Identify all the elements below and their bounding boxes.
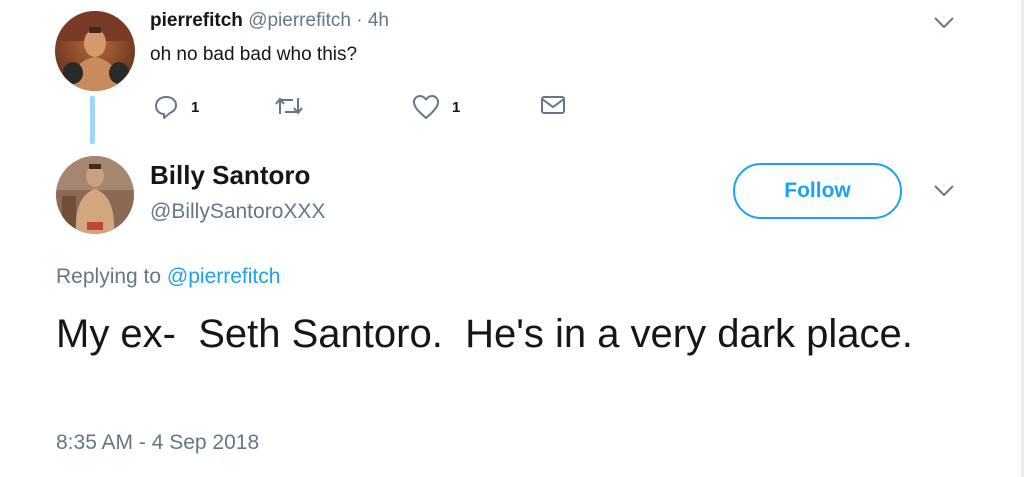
retweet-icon: [275, 97, 303, 115]
chevron-down-icon[interactable]: [933, 184, 955, 198]
reply-count: 1: [191, 98, 200, 116]
avatar[interactable]: [56, 156, 134, 234]
follow-button[interactable]: Follow: [733, 163, 902, 219]
tweet-time[interactable]: 4h: [368, 10, 389, 31]
author-handle[interactable]: @pierrefitch: [248, 10, 351, 31]
avatar[interactable]: [55, 11, 135, 91]
author-handle[interactable]: @BillySantoroXXX: [150, 200, 325, 224]
tweet-timestamp[interactable]: 8:35 AM - 4 Sep 2018: [56, 431, 259, 455]
like-button[interactable]: 1: [412, 94, 460, 120]
tweet-text: oh no bad bad who this?: [150, 44, 358, 65]
tweet-text: My ex- Seth Santoro. He's in a very dark…: [56, 312, 913, 356]
envelope-icon: [541, 96, 565, 114]
direct-message-button[interactable]: [540, 94, 566, 116]
parent-tweet-header: pierrefitch @pierrefitch · 4h: [150, 10, 389, 32]
chevron-down-icon[interactable]: [933, 16, 955, 30]
parent-tweet[interactable]: pierrefitch @pierrefitch · 4h oh no bad …: [0, 0, 1020, 150]
author-name[interactable]: Billy Santoro: [150, 160, 310, 191]
replying-to-line: Replying to @pierrefitch: [56, 265, 280, 289]
reply-icon: [155, 96, 177, 119]
reply-button[interactable]: 1: [153, 94, 199, 120]
heart-icon: [413, 95, 439, 119]
replying-to-prefix: Replying to: [56, 265, 162, 288]
retweet-button[interactable]: [274, 94, 304, 118]
author-name[interactable]: pierrefitch: [150, 10, 243, 31]
replying-to-mention[interactable]: @pierrefitch: [167, 265, 281, 288]
thread-connector-line: [90, 96, 95, 144]
separator-dot: ·: [356, 10, 363, 31]
like-count: 1: [452, 98, 461, 116]
